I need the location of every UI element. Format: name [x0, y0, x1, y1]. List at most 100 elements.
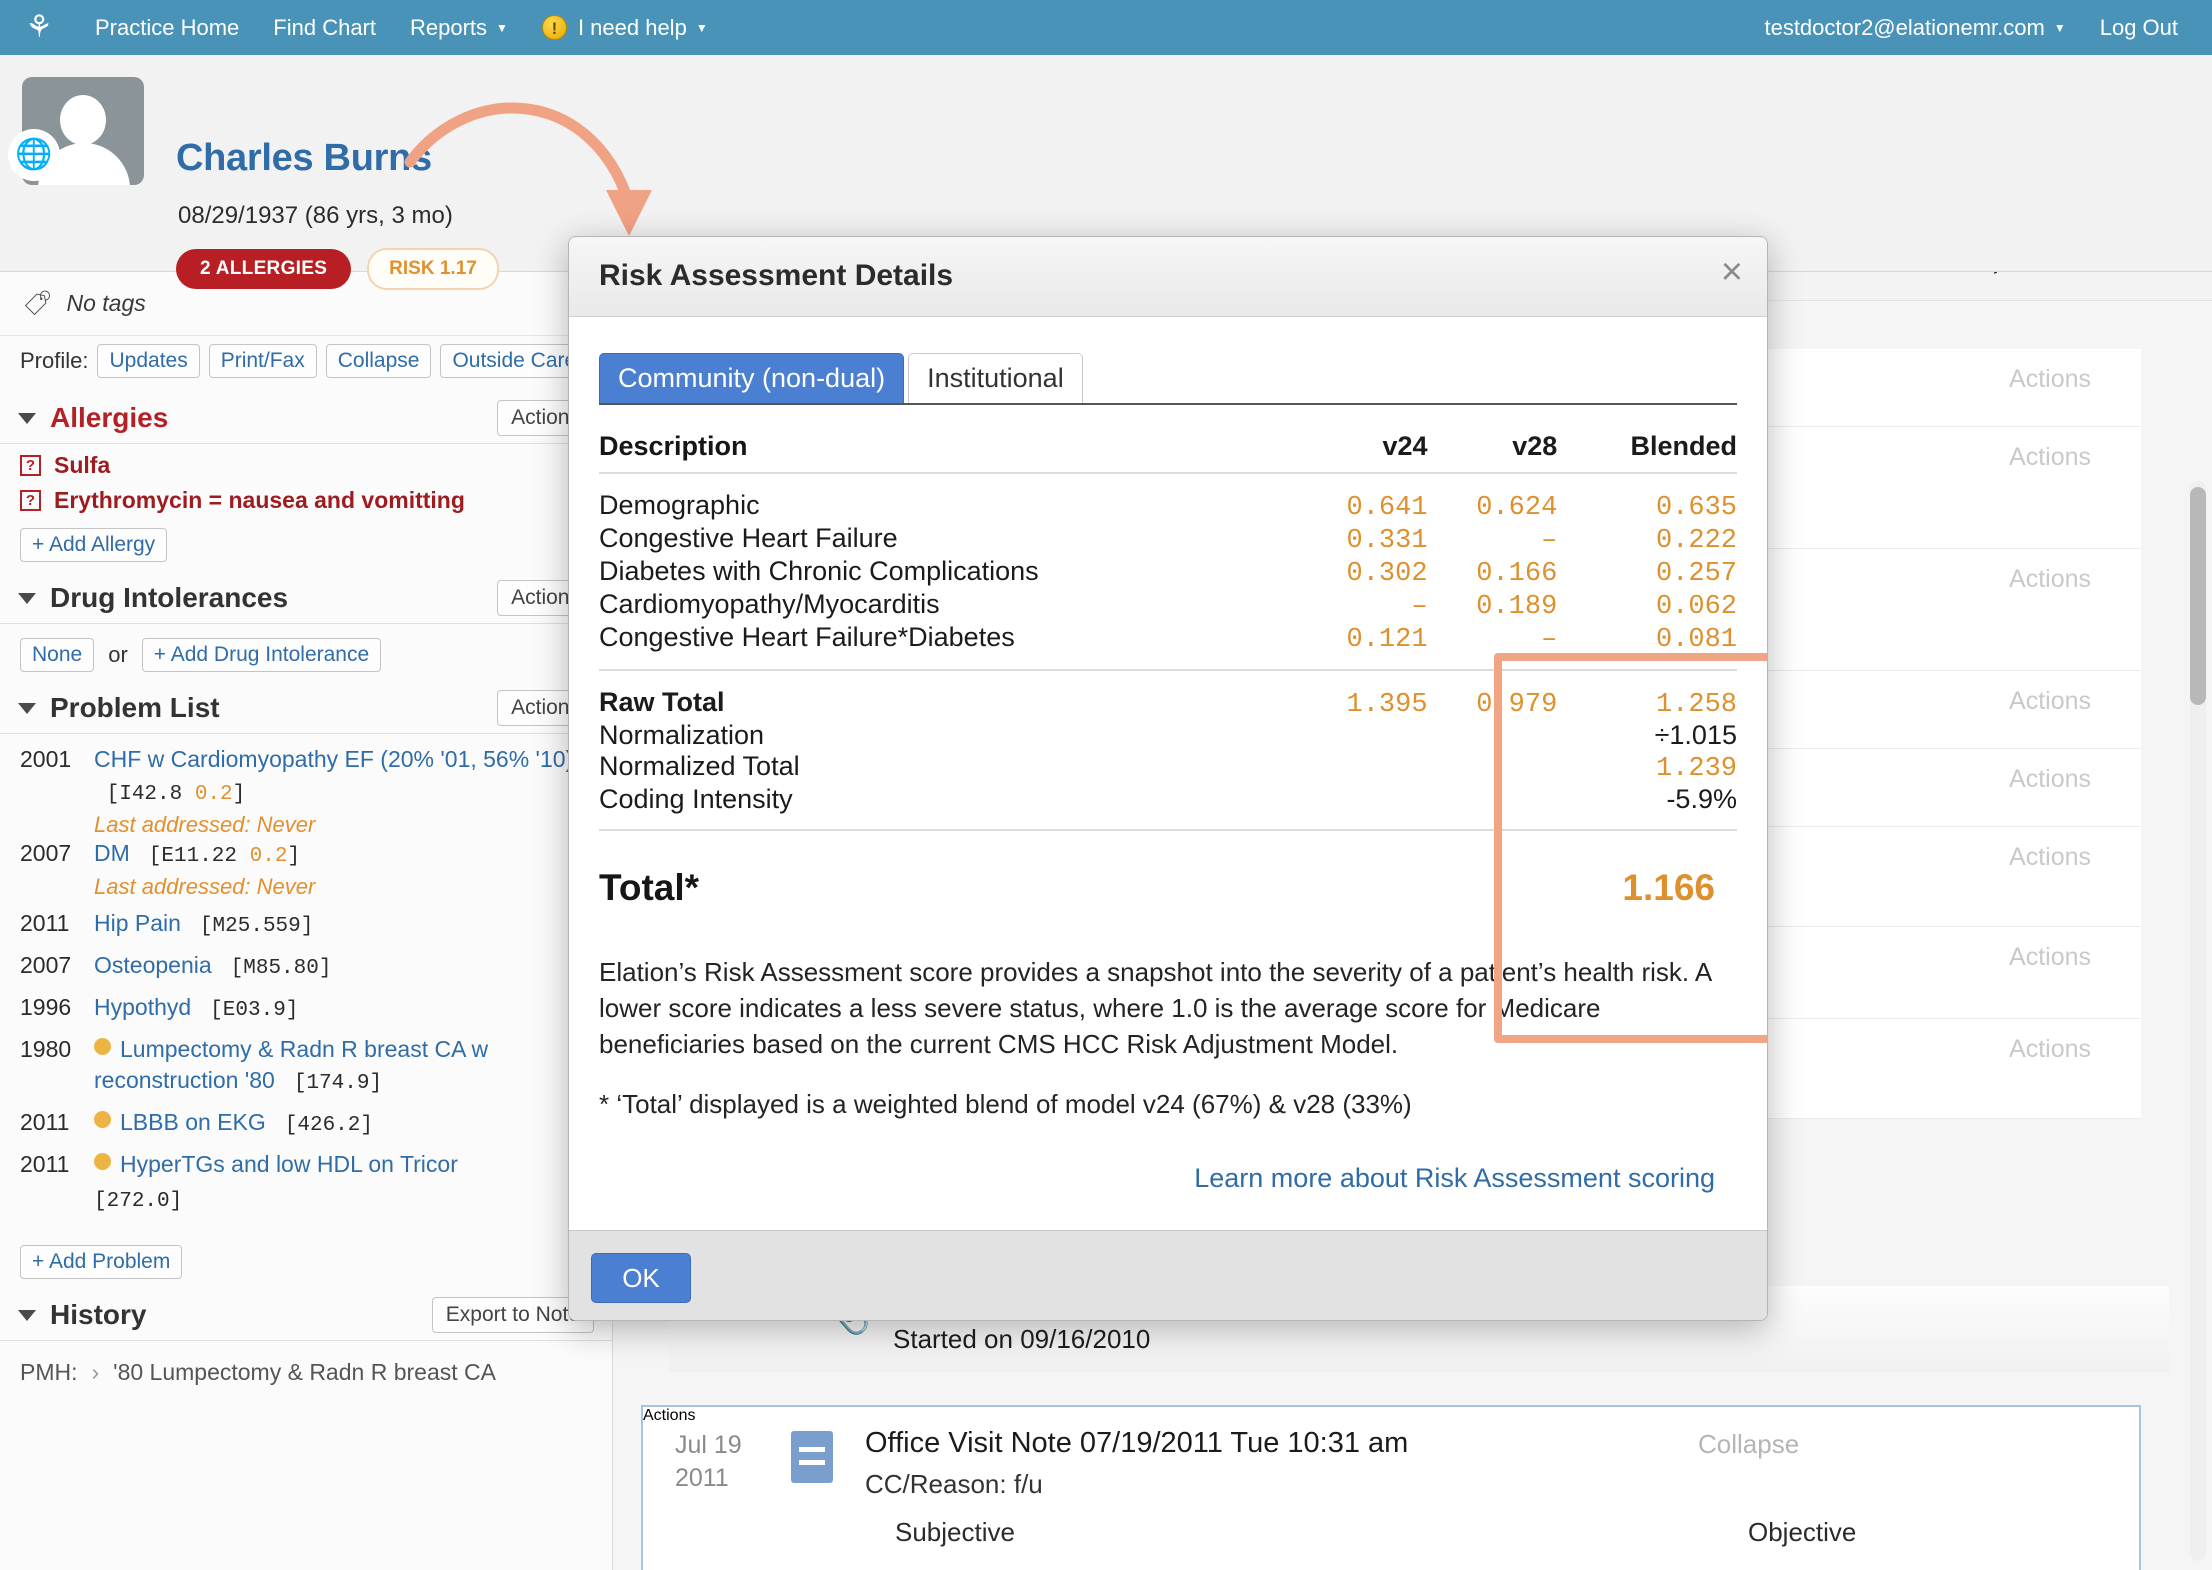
pmh-row[interactable]: PMH: › '80 Lumpectomy & Radn R breast CA — [0, 1341, 612, 1386]
caret-down-icon[interactable] — [18, 593, 36, 604]
row-actions-link[interactable]: Actions — [2009, 365, 2091, 394]
chevron-right-icon[interactable]: › — [92, 1359, 100, 1386]
table-row: Demographic 0.641 0.624 0.635 — [599, 490, 1737, 523]
cell-blended: 0.635 — [1557, 493, 1737, 523]
cell-v24: 0.302 — [1298, 559, 1428, 589]
row-actions-link[interactable]: Actions — [2009, 443, 2091, 472]
problem-year: 2001 — [20, 744, 94, 810]
problem-last-addressed: Last addressed: Never — [20, 874, 612, 900]
problem-name[interactable]: Hypothyd — [94, 994, 191, 1020]
sidebar-section-problem-list[interactable]: Problem List Actions — [0, 690, 612, 734]
note-subjective-label: Subjective — [895, 1517, 1015, 1548]
problem-name[interactable]: Osteopenia — [94, 952, 212, 978]
learn-more-row: Learn more about Risk Assessment scoring — [599, 1163, 1737, 1194]
add-drug-intolerance-button[interactable]: + Add Drug Intolerance — [142, 638, 381, 672]
tab-institutional[interactable]: Institutional — [908, 353, 1083, 403]
risk-score-badge[interactable]: RISK 1.17 — [367, 248, 499, 290]
status-dot-icon — [94, 1038, 111, 1055]
cell-blended: 0.257 — [1557, 559, 1737, 589]
nav-practice-home[interactable]: Practice Home — [78, 0, 256, 55]
list-item[interactable]: ? Sulfa — [0, 444, 612, 479]
drug-intolerance-none-button[interactable]: None — [20, 638, 94, 672]
modal-title: Risk Assessment Details — [599, 259, 953, 293]
sidebar-section-history[interactable]: History Export to Note — [0, 1297, 612, 1341]
ok-button[interactable]: OK — [591, 1253, 691, 1303]
tab-community-non-dual[interactable]: Community (non-dual) — [599, 353, 904, 403]
table-row: Normalized Total 1.239 — [599, 751, 1737, 784]
row-description: Congestive Heart Failure — [599, 523, 1298, 554]
list-item[interactable]: 2007 Osteopenia [M85.80] — [20, 950, 612, 984]
row-actions-link[interactable]: Actions — [2009, 687, 2091, 716]
problem-name[interactable]: DM — [94, 840, 130, 866]
caret-down-icon[interactable] — [18, 703, 36, 714]
profile-outside-care-button[interactable]: Outside Care — [440, 344, 588, 378]
elation-logo-icon[interactable]: ⚘ — [0, 12, 78, 43]
row-actions-link[interactable]: Actions — [2009, 1035, 2091, 1064]
row-description: Normalization — [599, 720, 1298, 751]
note-collapse-link[interactable]: Collapse — [1698, 1429, 1799, 1460]
profile-actions-row: Profile: Updates Print/Fax Collapse Outs… — [0, 336, 612, 382]
nav-find-chart-label: Find Chart — [273, 15, 376, 41]
list-item[interactable]: ? Erythromycin = nausea and vomitting — [0, 479, 612, 514]
caret-down-icon[interactable] — [18, 1310, 36, 1321]
cell-v24: – — [1298, 592, 1428, 622]
nav-i-need-help[interactable]: ! I need help ▼ — [525, 0, 725, 55]
caret-down-icon[interactable] — [18, 413, 36, 424]
problem-code: E11.22 — [161, 845, 237, 868]
question-icon: ? — [20, 490, 41, 511]
list-item[interactable]: 1980 Lumpectomy & Radn R breast CA w rec… — [20, 1034, 612, 1100]
main-scrollbar-thumb[interactable] — [2190, 487, 2206, 705]
patient-sidebar: 🏷 No tags Profile: Updates Print/Fax Col… — [0, 272, 613, 1570]
row-description: Demographic — [599, 490, 1298, 521]
cell-v28: – — [1428, 526, 1558, 556]
profile-printfax-button[interactable]: Print/Fax — [209, 344, 317, 378]
problem-year: 1996 — [20, 992, 94, 1026]
logout-link[interactable]: Log Out — [2083, 0, 2212, 55]
learn-more-link[interactable]: Learn more about Risk Assessment scoring — [1194, 1163, 1715, 1193]
sidebar-section-drug-intolerances[interactable]: Drug Intolerances Actions — [0, 580, 612, 624]
list-item[interactable]: 2007 DM [E11.22 0.2] — [20, 838, 612, 872]
office-visit-note-row[interactable]: Jul 19 2011 Office Visit Note 07/19/2011… — [641, 1405, 2141, 1570]
profile-label: Profile: — [20, 348, 88, 374]
nav-help-label: I need help — [578, 15, 687, 41]
note-title: Office Visit Note 07/19/2011 Tue 10:31 a… — [865, 1427, 1408, 1460]
tag-icon: 🏷 — [22, 289, 52, 318]
column-header-v24: v24 — [1298, 431, 1428, 462]
profile-updates-button[interactable]: Updates — [97, 344, 199, 378]
problem-year: 1980 — [20, 1034, 94, 1100]
nav-find-chart[interactable]: Find Chart — [256, 0, 393, 55]
cell-v24: 0.641 — [1298, 493, 1428, 523]
problem-name[interactable]: Hip Pain — [94, 910, 181, 936]
problem-score: 0.2 — [250, 845, 288, 868]
row-actions-link[interactable]: Actions — [2009, 765, 2091, 794]
or-label: or — [108, 642, 128, 668]
problem-name[interactable]: LBBB on EKG — [120, 1109, 266, 1135]
list-item[interactable]: 2011 Hip Pain [M25.559] — [20, 908, 612, 942]
page-title[interactable]: Charles Burns — [176, 137, 432, 180]
problem-name[interactable]: CHF w Cardiomyopathy EF (20% '01, 56% '1… — [94, 746, 573, 772]
problem-year: 2007 — [20, 950, 94, 984]
cell-blended: 0.062 — [1557, 592, 1737, 622]
problem-code: E03.9 — [223, 999, 286, 1022]
add-problem-button[interactable]: + Add Problem — [20, 1245, 182, 1279]
list-item[interactable]: 2011 LBBB on EKG [426.2] — [20, 1107, 612, 1141]
list-item[interactable]: 2011 HyperTGs and low HDL on Tricor [272… — [20, 1149, 612, 1217]
user-account-menu[interactable]: testdoctor2@elationemr.com ▼ — [1747, 0, 2082, 55]
add-allergy-button[interactable]: + Add Allergy — [20, 528, 167, 562]
row-actions-link[interactable]: Actions — [2009, 843, 2091, 872]
sidebar-section-allergies[interactable]: Allergies Actions — [0, 400, 612, 444]
row-actions-link[interactable]: Actions — [2009, 565, 2091, 594]
row-actions-link[interactable]: Actions — [643, 1407, 695, 1424]
nav-reports[interactable]: Reports ▼ — [393, 0, 525, 55]
allergies-badge[interactable]: 2 ALLERGIES — [176, 249, 351, 289]
problem-year: 2011 — [20, 1149, 94, 1217]
problem-name[interactable]: HyperTGs and low HDL on Tricor — [120, 1151, 458, 1177]
cell-blended: 1.258 — [1557, 690, 1737, 720]
problem-code: M25.559 — [213, 915, 301, 938]
profile-collapse-button[interactable]: Collapse — [326, 344, 432, 378]
close-icon[interactable]: × — [1721, 253, 1743, 291]
divider — [599, 669, 1737, 671]
list-item[interactable]: 2001 CHF w Cardiomyopathy EF (20% '01, 5… — [20, 744, 612, 810]
list-item[interactable]: 1996 Hypothyd [E03.9] — [20, 992, 612, 1026]
row-actions-link[interactable]: Actions — [2009, 943, 2091, 972]
